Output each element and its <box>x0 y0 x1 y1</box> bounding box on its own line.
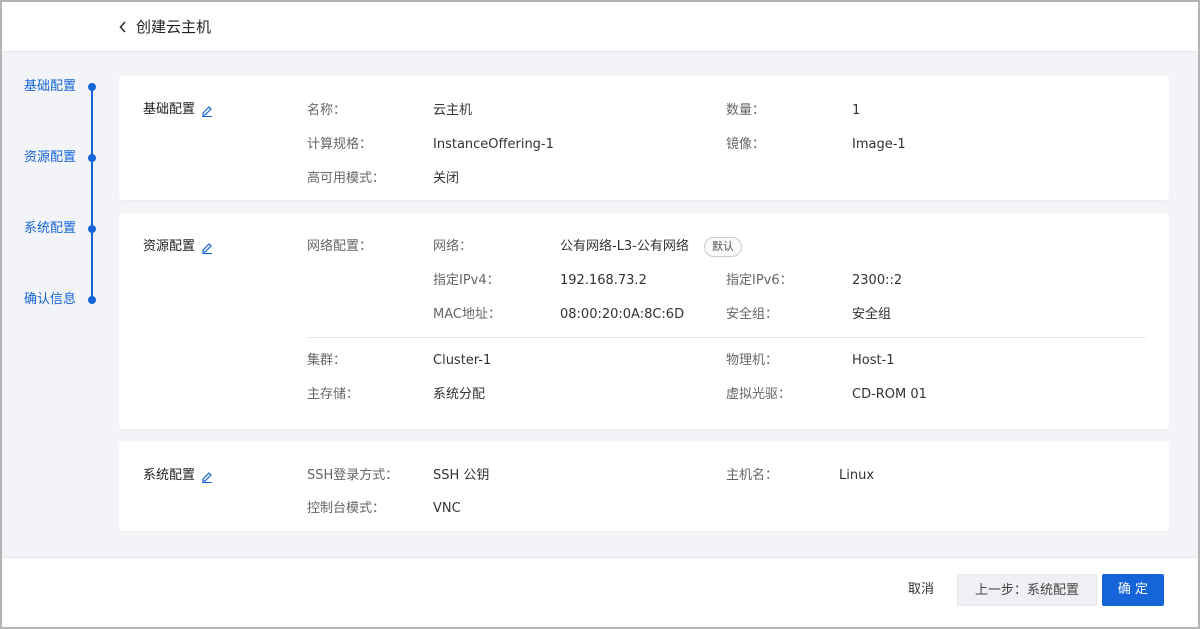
section-divider <box>307 337 1146 338</box>
console-label: 控制台模式： <box>307 501 386 516</box>
basic-config-title-text: 基础配置 <box>143 102 196 117</box>
host-value: Host-1 <box>852 353 895 368</box>
cdrom-value: CD-ROM 01 <box>852 387 927 402</box>
network-value: 公有网络-L3-公有网络 <box>560 239 689 254</box>
ssh-value: SSH 公钥 <box>433 468 490 483</box>
image-label: 镜像： <box>726 137 766 152</box>
system-config-title: 系统配置 <box>143 467 213 485</box>
cancel-button[interactable]: 取消 <box>896 574 946 606</box>
ssh-label: SSH登录方式： <box>307 468 399 483</box>
footer-bar: 取消 上一步：系统配置 确 定 <box>2 557 1198 627</box>
ha-value: 关闭 <box>433 171 460 186</box>
secgroup-label: 安全组： <box>726 307 779 322</box>
system-config-title-text: 系统配置 <box>143 468 196 483</box>
secgroup-value: 安全组 <box>852 307 892 322</box>
step-dot-resource <box>88 154 96 162</box>
offering-value: InstanceOffering-1 <box>433 137 554 152</box>
name-label: 名称： <box>307 103 347 118</box>
basic-config-title: 基础配置 <box>143 101 213 119</box>
step-progress-line <box>91 87 93 300</box>
edit-icon[interactable] <box>201 470 213 483</box>
ipv6-label: 指定IPv6： <box>726 273 793 288</box>
hostname-value: Linux <box>839 468 875 483</box>
ipv4-value: 192.168.73.2 <box>560 273 647 288</box>
step-dot-confirm <box>88 296 96 304</box>
storage-label: 主存储： <box>307 387 360 402</box>
hostname-label: 主机名： <box>726 468 779 483</box>
edit-icon[interactable] <box>201 104 213 117</box>
mac-label: MAC地址： <box>433 307 501 322</box>
step-dot-basic <box>88 83 96 91</box>
count-value: 1 <box>852 103 861 118</box>
resource-config-card: 资源配置 网络配置： 网络： 公有网络-L3-公有网络 默认 指定IPv4： 1… <box>119 213 1169 429</box>
confirm-button[interactable]: 确 定 <box>1102 574 1164 606</box>
step-dot-system <box>88 225 96 233</box>
edit-icon[interactable] <box>201 241 213 254</box>
cluster-value: Cluster-1 <box>433 353 492 368</box>
offering-label: 计算规格： <box>307 137 373 152</box>
resource-config-title-text: 资源配置 <box>143 239 196 254</box>
count-label: 数量： <box>726 103 766 118</box>
cdrom-label: 虚拟光驱： <box>726 387 792 402</box>
host-label: 物理机： <box>726 353 779 368</box>
mac-value: 08:00:20:0A:8C:6D <box>560 307 685 322</box>
image-value: Image-1 <box>852 137 906 152</box>
name-value: 云主机 <box>433 103 473 118</box>
default-badge: 默认 <box>704 237 742 257</box>
basic-config-card: 基础配置 名称： 云主机 数量： 1 计算规格： InstanceOfferin… <box>119 76 1169 200</box>
chevron-left-icon[interactable] <box>116 19 130 35</box>
network-label: 网络： <box>433 239 473 254</box>
ha-label: 高可用模式： <box>307 171 386 186</box>
network-config-label: 网络配置： <box>307 239 373 254</box>
page-header: 创建云主机 <box>2 2 1198 52</box>
resource-config-title: 资源配置 <box>143 238 213 256</box>
ipv6-value: 2300::2 <box>852 273 903 288</box>
cluster-label: 集群： <box>307 353 347 368</box>
previous-step-button[interactable]: 上一步：系统配置 <box>957 574 1097 606</box>
system-config-card: 系统配置 SSH登录方式： SSH 公钥 主机名： Linux 控制台模式： V… <box>119 441 1169 531</box>
ipv4-label: 指定IPv4： <box>433 273 500 288</box>
console-value: VNC <box>433 501 461 516</box>
step-navigation: 基础配置 资源配置 系统配置 确认信息 <box>0 52 110 552</box>
page-title: 创建云主机 <box>136 18 212 36</box>
storage-value: 系统分配 <box>433 387 486 402</box>
